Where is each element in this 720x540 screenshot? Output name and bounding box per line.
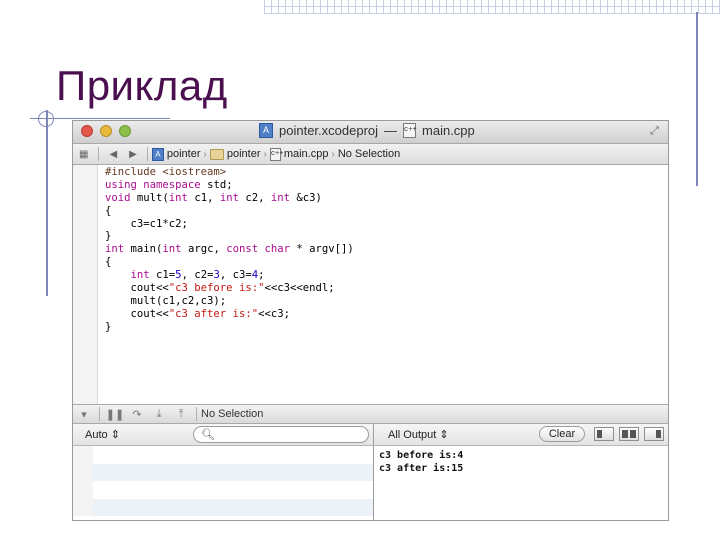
forward-arrow-icon[interactable]: ▶ [129,149,137,160]
console-header: All Output ⇕ Clear [374,424,668,446]
code-line: { [105,204,112,217]
output-selector[interactable]: All Output ⇕ [388,428,449,441]
code-line: int c1=5, c2=3, c3=4; [130,269,265,282]
debug-bar: ▾ ❚❚ ↷ ⤓ ⤒ No Selection [73,404,668,424]
toggle-debug-area-icon[interactable]: ▾ [73,408,95,421]
output-label: All Output [388,429,437,441]
list-item [73,463,373,481]
show-console-view-icon[interactable] [644,427,664,441]
minimize-window-button[interactable] [100,125,112,137]
variables-list[interactable] [73,446,373,520]
console-line: c3 before is:4 [379,450,464,461]
project-name: pointer.xcodeproj [279,123,379,138]
step-over-icon[interactable]: ↷ [126,408,148,421]
cpp-crumb-icon: c++ [269,147,283,161]
code-editor[interactable]: #include <iostream> using namespace std; v… [105,166,354,334]
crumb-selection[interactable]: No Selection [338,148,400,160]
xcode-window: A pointer.xcodeproj — c++ main.cpp ⤢ ▦ ◀… [72,120,669,521]
window-titlebar: A pointer.xcodeproj — c++ main.cpp ⤢ [73,121,668,144]
list-item [73,481,373,499]
code-line: } [105,320,112,333]
code-line: mult(c1,c2,c3); [105,294,227,307]
search-icon: 🔍︎ [201,429,215,441]
show-both-views-icon[interactable] [619,427,639,441]
show-variables-view-icon[interactable] [594,427,614,441]
stepper-icon: ⇕ [110,429,120,441]
xcode-project-icon: A [259,123,273,138]
scope-label: Auto [85,429,108,441]
code-line: c3=c1*c2; [105,217,188,230]
slide-vertical-rule-right [696,12,698,186]
back-arrow-icon[interactable]: ◀ [109,149,117,160]
code-line: } [105,230,112,243]
code-line: int main(int argc, const char * argv[]) [105,243,354,256]
debug-selection-label: No Selection [201,408,264,420]
title-separator: — [384,123,398,138]
crumb-project[interactable]: pointer [167,148,201,160]
scope-selector[interactable]: Auto ⇕ [85,428,120,441]
close-window-button[interactable] [81,125,93,137]
code-line: using namespace std; [105,178,233,191]
code-line: void mult(int c1, int c2, int &c3) [105,191,322,204]
project-crumb-icon: A [151,147,164,161]
clear-button[interactable]: Clear [539,426,585,442]
fullscreen-icon[interactable]: ⤢ [650,125,662,137]
crumb-folder[interactable]: pointer [227,148,261,160]
file-name: main.cpp [422,123,475,138]
pause-icon[interactable]: ❚❚ [104,408,126,421]
folder-icon [209,148,224,160]
cpp-file-icon: c++ [403,123,417,138]
code-line: #include <iostream> [105,166,227,178]
list-item [73,446,373,464]
slide-grid-decoration [264,0,720,14]
related-items-icon[interactable]: ▦ [79,149,88,160]
step-into-icon[interactable]: ⤓ [148,408,170,421]
stepper-icon: ⇕ [439,429,449,441]
slide-vertical-rule-left [46,110,48,296]
variables-search-input[interactable]: 🔍︎ [193,426,369,443]
slide-title: Приклад [56,62,228,109]
variables-header: Auto ⇕ 🔍︎ [73,424,373,446]
zoom-window-button[interactable] [119,125,131,137]
jump-bar: ▦ ◀ ▶ A pointer › pointer › c++ main.cpp… [73,144,668,165]
window-title: A pointer.xcodeproj — c++ main.cpp [259,123,475,138]
step-out-icon[interactable]: ⤒ [170,408,192,421]
editor-gutter[interactable] [73,165,98,405]
slide-circle-decoration [38,111,54,127]
console-output[interactable]: c3 before is:4 c3 after is:15 [379,449,463,475]
code-line: { [105,256,112,269]
crumb-file[interactable]: main.cpp [284,148,329,160]
code-line: cout<<"c3 after is:"<<c3; [105,307,290,320]
console-line: c3 after is:15 [379,463,464,474]
list-item [73,498,373,516]
code-line: cout<<"c3 before is:"<<c3<<endl; [105,282,335,295]
